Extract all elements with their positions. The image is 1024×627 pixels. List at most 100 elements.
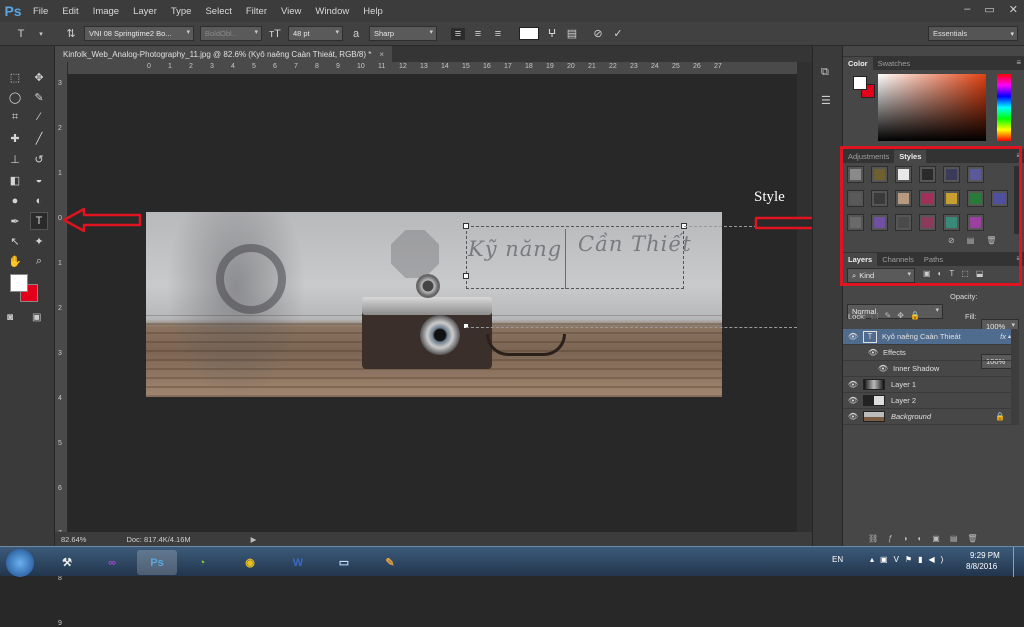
eraser-tool-icon[interactable]: ◧ [6,171,24,189]
taskbar-chrome-icon[interactable]: ◉ [230,550,270,575]
align-left-icon[interactable]: ≡ [451,27,465,40]
type-tool-icon[interactable]: T [30,212,48,230]
warp-text-icon[interactable]: ⵖ [545,27,559,40]
workspace-select[interactable]: Essentials ▾ [928,26,1018,41]
clone-stamp-tool-icon[interactable]: ⊥ [6,150,24,168]
clock-date[interactable]: 8/8/2016 [966,562,997,571]
layer-row-layer2[interactable]: 👁 Layer 2 [843,393,1011,409]
layer-row-background[interactable]: 👁 Background 🔒 [843,409,1011,425]
history-panel-icon[interactable]: ⧉ [821,66,829,79]
layer-row-layer1[interactable]: 👁 Layer 1 [843,377,1011,393]
text-bounding-box[interactable] [466,226,684,289]
transform-handle[interactable] [463,273,469,279]
eyedropper-tool-icon[interactable]: ⁄ [30,108,48,126]
dodge-tool-icon[interactable]: ◐ [30,192,48,210]
properties-panel-icon[interactable]: ☰ [821,94,831,107]
tab-color[interactable]: Color [843,57,873,70]
close-icon[interactable]: ✕ [1009,3,1018,16]
taskbar-tool-icon[interactable]: ⚒ [47,550,87,575]
menu-layer[interactable]: Layer [126,6,164,17]
eye-icon[interactable]: 👁 [843,396,863,405]
layer-row-inner-shadow[interactable]: 👁 Inner Shadow [843,361,1011,377]
character-panel-icon[interactable]: ▤ [565,27,579,40]
quick-mask-icon[interactable]: ◙ [7,312,13,323]
color-fg-swatch[interactable] [853,76,867,90]
taskbar-paint-icon[interactable]: ✎ [370,550,410,575]
antialias-select[interactable]: Sharp ▾ [369,26,437,41]
taskbar-photoshop-icon[interactable]: Ps [137,550,177,575]
start-button[interactable] [6,549,34,577]
layer-row-effects[interactable]: 👁 Effects [843,345,1011,361]
align-center-icon[interactable]: ≡ [471,28,485,40]
restore-icon[interactable]: ▭ [984,3,994,16]
hue-slider[interactable] [997,74,1011,141]
hand-tool-icon[interactable]: ✋ [6,252,24,270]
shape-tool-icon[interactable]: ✦ [30,232,48,250]
blur-tool-icon[interactable]: ● [6,192,24,210]
chevron-down-icon[interactable]: ▾ [34,30,48,38]
pen-tool-icon[interactable]: ✒ [6,212,24,230]
menu-select[interactable]: Select [198,6,238,17]
menu-help[interactable]: Help [356,6,390,17]
taskbar-app-icon[interactable]: ◔ [182,550,222,575]
transform-handle[interactable] [463,223,469,229]
font-style-select[interactable]: BoldObl... ▾ [200,26,262,41]
font-size-select[interactable]: 48 pt ▾ [288,26,343,41]
layers-scrollbar[interactable] [1011,329,1019,425]
cancel-icon[interactable]: ⊘ [591,27,605,40]
menu-type[interactable]: Type [164,6,199,17]
layers-footer-icons[interactable]: ⛓ƒ◑◐▣▤🗑 [868,534,988,543]
tray-icons[interactable]: ▴▣V⚑▮◀) [870,555,949,564]
menu-edit[interactable]: Edit [55,6,85,17]
eye-icon[interactable]: 👁 [863,348,883,357]
menu-image[interactable]: Image [86,6,126,17]
status-menu-arrow-icon[interactable]: ▶ [251,535,257,544]
type-tool-icon[interactable]: T [14,28,28,40]
zoom-level[interactable]: 82.64% [61,535,86,544]
close-icon[interactable]: × [379,50,384,59]
move-tool-icon[interactable]: ✥ [30,68,48,86]
transform-handle[interactable] [463,323,469,329]
eye-icon[interactable]: 👁 [843,380,863,389]
document-image[interactable]: Kỹ năng Cần Thiết [146,212,722,397]
quick-select-tool-icon[interactable]: ✎ [30,88,48,106]
text-color-swatch[interactable] [519,27,539,40]
taskbar-visual-studio-icon[interactable]: ∞ [92,550,132,575]
clock-time[interactable]: 9:29 PM [970,551,1000,560]
brush-tool-icon[interactable]: ╱ [30,129,48,147]
paint-bucket-tool-icon[interactable]: ◒ [30,171,48,189]
align-right-icon[interactable]: ≡ [491,28,505,40]
text-orientation-icon[interactable]: ⇅ [64,27,78,40]
lasso-tool-icon[interactable]: ◯ [6,88,24,106]
menu-view[interactable]: View [274,6,308,17]
vertical-scrollbar[interactable] [797,62,812,544]
zoom-tool-icon[interactable]: ⌕ [30,252,48,270]
crop-tool-icon[interactable]: ⌗ [6,108,24,126]
menu-filter[interactable]: Filter [239,6,274,17]
foreground-color-swatch[interactable] [10,274,28,292]
font-family-select[interactable]: VNI 08 Springtime2 Bo... ▾ [84,26,194,41]
path-select-tool-icon[interactable]: ↖ [6,232,24,250]
layer-row-text[interactable]: 👁 T Kyô naêng Caàn Thieát fx ▴ [843,329,1011,345]
menu-file[interactable]: File [26,6,55,17]
commit-check-icon[interactable]: ✓ [611,27,625,40]
marquee-tool-icon[interactable]: ⬚ [6,68,24,86]
eye-icon[interactable]: 👁 [843,332,863,341]
eye-icon[interactable]: 👁 [873,364,893,373]
color-field[interactable] [878,74,986,141]
healing-brush-tool-icon[interactable]: ✚ [6,129,24,147]
taskbar-word-icon[interactable]: W [278,550,318,575]
language-indicator[interactable]: EN [832,555,843,564]
eye-icon[interactable]: 👁 [843,412,863,421]
screen-mode-icon[interactable]: ▣ [32,312,41,323]
taskbar-window-icon[interactable]: ▭ [324,550,364,575]
lock-icons[interactable]: ⬚✎✥🔒 [871,311,926,320]
tab-swatches[interactable]: Swatches [873,57,916,70]
history-brush-tool-icon[interactable]: ↺ [30,150,48,168]
show-desktop-button[interactable] [1013,547,1024,577]
menu-window[interactable]: Window [308,6,356,17]
minimize-icon[interactable]: – [964,3,970,16]
panel-menu-icon[interactable]: ≡ [1016,58,1021,67]
fx-badge[interactable]: fx [1000,332,1006,341]
document-tab[interactable]: Kinfolk_Web_Analog-Photography_11.jpg @ … [55,46,392,62]
